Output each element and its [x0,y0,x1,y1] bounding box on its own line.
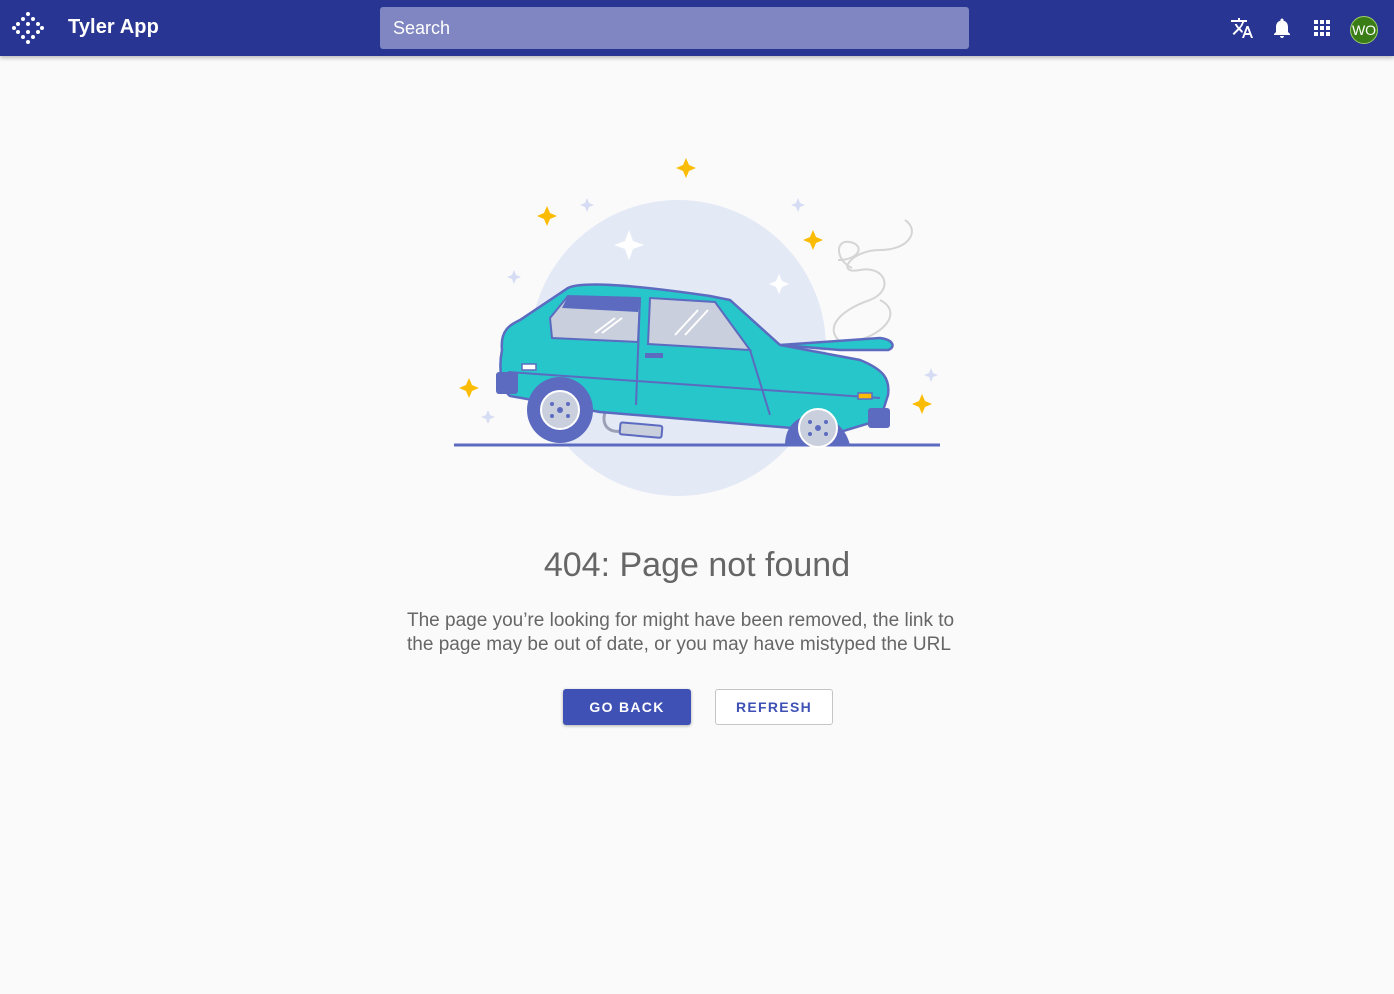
app-bar: Tyler App WO [0,0,1394,56]
error-message: The page you’re looking for might have b… [407,609,989,657]
refresh-button[interactable]: REFRESH [715,689,833,725]
app-logo-icon[interactable] [11,11,45,45]
error-message-line-1: The page you’re looking for might have b… [407,610,955,631]
broken-down-car-illustration [454,158,940,496]
error-title: 404: Page not found [543,546,851,584]
translate-icon[interactable] [1230,16,1254,40]
app-title[interactable]: Tyler App [68,16,159,39]
search-bar[interactable] [380,7,969,49]
notifications-bell-icon[interactable] [1270,16,1294,40]
search-input[interactable] [380,7,969,49]
error-message-line-2: the page may be out of date, or you may … [407,634,951,655]
user-avatar[interactable]: WO [1350,16,1378,44]
go-back-button[interactable]: GO BACK [563,689,691,725]
apps-grid-icon[interactable] [1310,16,1334,40]
